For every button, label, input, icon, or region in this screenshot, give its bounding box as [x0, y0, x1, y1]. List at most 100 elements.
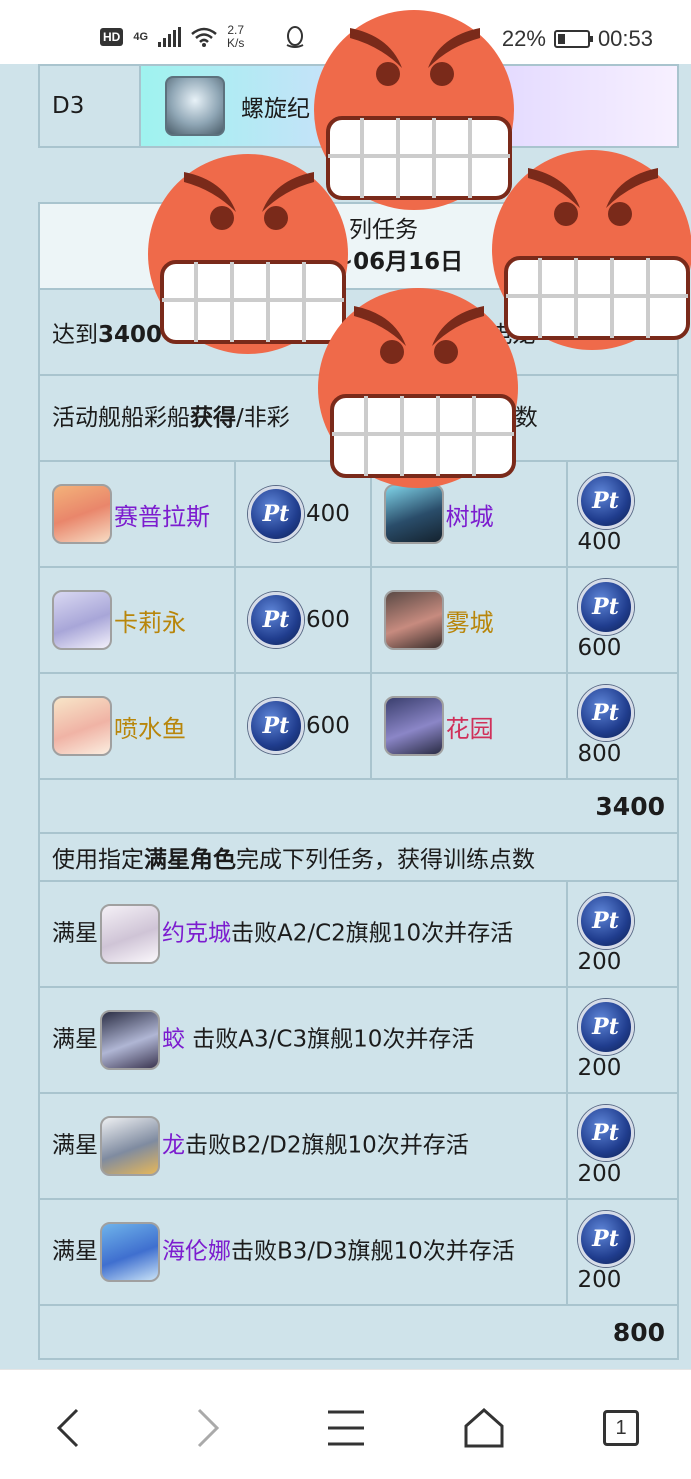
mission-prefix: 满星 [52, 1132, 98, 1159]
hd-badge: HD [100, 28, 124, 46]
star-desc-bold: 满星角色 [144, 847, 236, 873]
browser-nav-bar: 1 [0, 1369, 691, 1479]
pt-icon: Pt [577, 1211, 634, 1267]
menu-button[interactable] [322, 1404, 370, 1452]
ship-name[interactable]: 卡莉永 [114, 603, 186, 638]
pt-icon: Pt [577, 473, 634, 529]
mission-cell: 满星 龙击败B2/D2旗舰10次并存活 [38, 1092, 568, 1200]
ship-cell: 雾城 [369, 566, 568, 674]
points-value: 200 [577, 1055, 622, 1081]
pt-icon: Pt [247, 698, 304, 754]
activity-desc-pre: 活动舰船彩船 [52, 405, 190, 431]
home-icon [464, 1408, 504, 1448]
ship-name[interactable]: 雾城 [446, 603, 494, 638]
ship-name[interactable]: 约克城 [162, 921, 231, 947]
ship-cell: 喷水鱼 [38, 672, 236, 780]
ship-avatar [52, 484, 112, 544]
forward-button[interactable] [184, 1404, 232, 1452]
ship-name[interactable]: 龙 [162, 1133, 185, 1159]
mission-task: 击败B3/D3旗舰10次并存活 [231, 1238, 515, 1265]
ship-avatar [52, 590, 112, 650]
points-value: 200 [577, 949, 622, 975]
star-desc-post: 完成下列任务，获得训练点数 [236, 847, 535, 873]
ship-avatar [52, 696, 112, 756]
ship-name[interactable]: 喷水鱼 [114, 709, 186, 744]
chevron-left-icon [56, 1408, 79, 1448]
points-value: 800 [577, 741, 622, 767]
points-cell: Pt 200 [565, 1092, 680, 1200]
points-cell: Pt 400 [565, 460, 680, 568]
mission-task: 击败B2/D2旗舰10次并存活 [185, 1132, 469, 1159]
table-row: 满星 龙击败B2/D2旗舰10次并存活 Pt 200 [38, 1092, 680, 1200]
ship-avatar [100, 1010, 160, 1070]
ships-total-row: 3400 [38, 778, 679, 834]
ship-avatar [383, 696, 444, 756]
points-value: 400 [305, 501, 350, 527]
pt-icon: Pt [577, 893, 634, 949]
table-row: 喷水鱼 Pt 600 花园 Pt 800 [38, 672, 680, 780]
points-value: 600 [305, 713, 350, 739]
points-cell: Pt 600 [233, 672, 372, 780]
network-type: 4G [133, 31, 149, 43]
ship-name[interactable]: 花园 [446, 709, 494, 744]
points-cell: Pt 200 [565, 986, 680, 1094]
points-cell: Pt 200 [565, 1198, 680, 1306]
ship-avatar [100, 904, 160, 964]
battery-icon [553, 30, 593, 48]
pt-icon: Pt [247, 592, 304, 648]
status-right: 22% 00:53 [502, 26, 653, 52]
points-value: 600 [305, 607, 350, 633]
pt-icon: Pt [577, 579, 634, 635]
row-label: D3 [38, 64, 141, 148]
angry-face-icon [318, 288, 518, 488]
ship-avatar [383, 484, 444, 544]
reward-prefix: 达到 [52, 322, 98, 348]
points-cell: Pt 800 [565, 672, 680, 780]
mission-prefix: 满星 [52, 1238, 98, 1265]
mission-prefix: 满星 [52, 1026, 98, 1053]
ship-cell: 赛普拉斯 [38, 460, 236, 568]
wifi-icon [191, 27, 217, 47]
mission-cell: 满星 蛟 击败A3/C3旗舰10次并存活 [38, 986, 568, 1094]
status-left: HD 4G 2.7 K/s [100, 24, 306, 50]
tab-count: 1 [603, 1410, 639, 1446]
mission-prefix: 满星 [52, 920, 98, 947]
mission-cell: 满星 约克城击败A2/C2旗舰10次并存活 [38, 880, 568, 988]
ship-name[interactable]: 赛普拉斯 [114, 497, 210, 532]
qq-icon [286, 26, 304, 48]
missions-total: 800 [38, 1304, 679, 1360]
ships-total: 3400 [38, 778, 679, 834]
tabs-button[interactable]: 1 [597, 1404, 645, 1452]
activity-desc-mid: /非彩 [236, 405, 290, 431]
points-value: 200 [577, 1161, 622, 1187]
activity-desc-bold: 获得 [190, 405, 236, 431]
ship-name[interactable]: 树城 [446, 497, 494, 532]
table-row: 满星 约克城击败A2/C2旗舰10次并存活 Pt 200 [38, 880, 680, 988]
points-cell: Pt 600 [565, 566, 680, 674]
points-cell: Pt 600 [233, 566, 372, 674]
clock: 00:53 [597, 26, 653, 51]
pt-icon: Pt [247, 486, 304, 542]
back-button[interactable] [44, 1404, 92, 1452]
ship-name[interactable]: 海伦娜 [162, 1239, 231, 1265]
points-cell: Pt 200 [565, 880, 680, 988]
points-value: 600 [577, 635, 622, 661]
speed-value: 2.7 [227, 23, 245, 37]
pt-icon: Pt [577, 999, 634, 1055]
star-desc-pre: 使用指定 [52, 847, 144, 873]
mission-cell: 满星 海伦娜击败B3/D3旗舰10次并存活 [38, 1198, 568, 1306]
ship-avatar [100, 1222, 160, 1282]
home-button[interactable] [460, 1404, 508, 1452]
ship-cell: 花园 [369, 672, 568, 780]
ship-name[interactable]: 蛟 [162, 1027, 185, 1053]
points-value: 400 [577, 529, 622, 555]
menu-icon [328, 1410, 364, 1446]
table-row: 满星 海伦娜击败B3/D3旗舰10次并存活 Pt 200 [38, 1198, 680, 1306]
equipment-icon [165, 76, 225, 136]
table-row: 卡莉永 Pt 600 雾城 Pt 600 [38, 566, 680, 674]
mission-task: 击败A3/C3旗舰10次并存活 [185, 1026, 475, 1053]
chevron-right-icon [197, 1408, 220, 1448]
table-row: 满星 蛟 击败A3/C3旗舰10次并存活 Pt 200 [38, 986, 680, 1094]
missions-total-row: 800 [38, 1304, 679, 1360]
star-desc: 使用指定满星角色完成下列任务，获得训练点数 [38, 832, 679, 882]
